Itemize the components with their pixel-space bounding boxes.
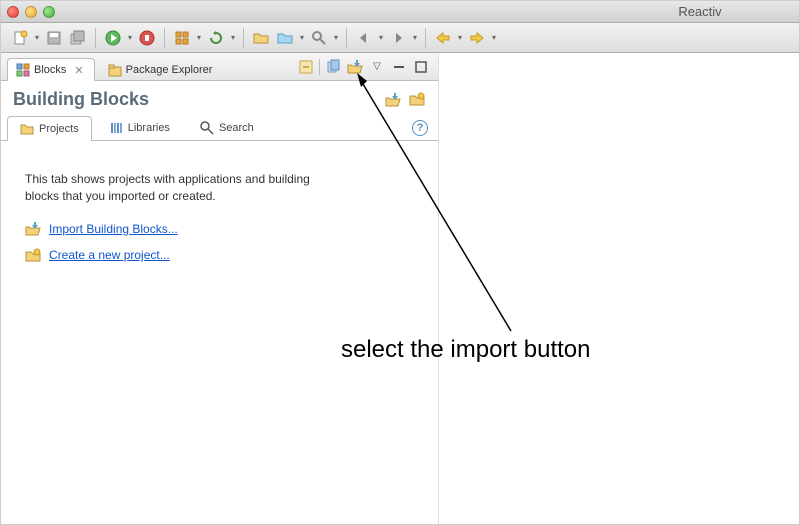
- create-new-project-link[interactable]: Create a new project...: [49, 247, 170, 264]
- back-dropdown-arrow-icon[interactable]: ▾: [456, 27, 464, 49]
- import-icon: [25, 221, 41, 237]
- prev-annotation-button[interactable]: [353, 27, 375, 49]
- library-icon: [109, 121, 123, 135]
- editor-area: [439, 53, 799, 524]
- folder-icon: [20, 122, 34, 136]
- import-blocks-button[interactable]: [384, 91, 402, 109]
- toolbar-separator: [95, 28, 96, 48]
- tab-package-explorer-label: Package Explorer: [126, 64, 213, 76]
- help-button[interactable]: ?: [412, 120, 428, 136]
- copy-button[interactable]: [324, 58, 342, 76]
- minimize-view-icon[interactable]: [390, 58, 408, 76]
- search-button[interactable]: [308, 27, 330, 49]
- content-area: Blocks ✕ Package Explorer ▽: [1, 53, 799, 524]
- inner-tabs: Projects Libraries Search ?: [1, 114, 438, 141]
- open-folder-button[interactable]: [250, 27, 272, 49]
- close-icon[interactable]: ✕: [74, 64, 83, 77]
- refresh-button[interactable]: [205, 27, 227, 49]
- tab-blocks-label: Blocks: [34, 64, 66, 76]
- package-explorer-icon: [108, 63, 122, 77]
- back-button[interactable]: [432, 27, 454, 49]
- maximize-view-icon[interactable]: [412, 58, 430, 76]
- view-toolbar: ▽: [297, 53, 438, 80]
- tab-search[interactable]: Search: [187, 115, 267, 141]
- blocks-icon: [16, 63, 30, 77]
- panel-header: Building Blocks: [1, 81, 438, 114]
- import-link-row: Import Building Blocks...: [25, 221, 414, 238]
- tab-blocks[interactable]: Blocks ✕: [7, 58, 95, 81]
- toolbar-separator: [164, 28, 165, 48]
- panel-title: Building Blocks: [13, 89, 149, 110]
- new-project-button[interactable]: [408, 91, 426, 109]
- new-block-button[interactable]: [171, 27, 193, 49]
- search-dropdown-arrow-icon[interactable]: ▾: [332, 27, 340, 49]
- toolbar-separator: [425, 28, 426, 48]
- annotation-text: select the import button: [341, 336, 590, 364]
- save-button[interactable]: [43, 27, 65, 49]
- run-dropdown-arrow-icon[interactable]: ▾: [126, 27, 134, 49]
- save-all-button[interactable]: [67, 27, 89, 49]
- next-dropdown-arrow-icon[interactable]: ▾: [411, 27, 419, 49]
- tab-package-explorer[interactable]: Package Explorer: [99, 58, 224, 81]
- blocks-panel: Blocks ✕ Package Explorer ▽: [1, 53, 439, 524]
- collapse-all-button[interactable]: [297, 58, 315, 76]
- tab-projects-label: Projects: [39, 123, 79, 135]
- import-button[interactable]: [346, 58, 364, 76]
- forward-button[interactable]: [466, 27, 488, 49]
- panel-header-icons: [384, 91, 426, 109]
- debug-button[interactable]: [136, 27, 158, 49]
- tab-libraries[interactable]: Libraries: [96, 115, 183, 141]
- projects-tab-content: This tab shows projects with application…: [1, 141, 438, 294]
- tab-search-label: Search: [219, 122, 254, 134]
- new-button[interactable]: [9, 27, 31, 49]
- run-button[interactable]: [102, 27, 124, 49]
- window-titlebar: Reactiv: [1, 1, 799, 23]
- view-menu-icon[interactable]: ▽: [368, 58, 386, 76]
- window-title: Reactiv: [1, 4, 799, 19]
- view-tabs: Blocks ✕ Package Explorer ▽: [1, 53, 438, 81]
- open-resource-dropdown-arrow-icon[interactable]: ▾: [298, 27, 306, 49]
- next-annotation-button[interactable]: [387, 27, 409, 49]
- forward-dropdown-arrow-icon[interactable]: ▾: [490, 27, 498, 49]
- create-link-row: Create a new project...: [25, 247, 414, 264]
- prev-dropdown-arrow-icon[interactable]: ▾: [377, 27, 385, 49]
- import-building-blocks-link[interactable]: Import Building Blocks...: [49, 221, 178, 238]
- open-resource-button[interactable]: [274, 27, 296, 49]
- new-folder-icon: [25, 248, 41, 264]
- toolbar-separator: [346, 28, 347, 48]
- main-toolbar: ▾ ▾ ▾ ▾ ▾ ▾ ▾ ▾ ▾ ▾: [1, 23, 799, 53]
- new-block-dropdown-arrow-icon[interactable]: ▾: [195, 27, 203, 49]
- separator: [319, 59, 320, 75]
- search-icon: [200, 121, 214, 135]
- projects-intro-text: This tab shows projects with application…: [25, 171, 345, 205]
- new-dropdown-arrow-icon[interactable]: ▾: [33, 27, 41, 49]
- refresh-dropdown-arrow-icon[interactable]: ▾: [229, 27, 237, 49]
- toolbar-separator: [243, 28, 244, 48]
- tab-libraries-label: Libraries: [128, 122, 170, 134]
- tab-projects[interactable]: Projects: [7, 116, 92, 141]
